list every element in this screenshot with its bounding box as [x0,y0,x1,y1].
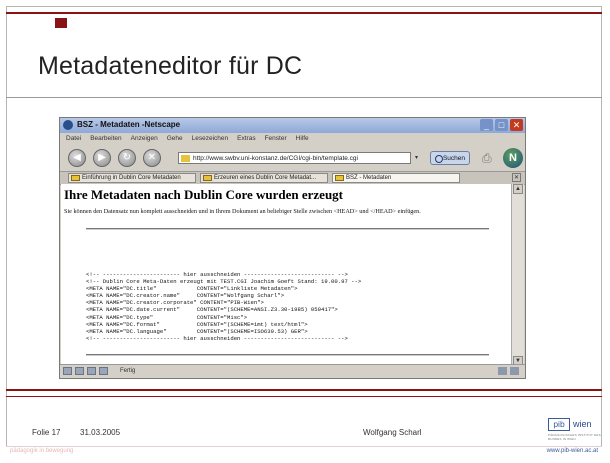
mail-icon[interactable] [75,367,84,375]
menu-item-lesezeichen[interactable]: Lesezeichen [192,133,229,145]
code-line: <!-- ----------------------- hier aussch… [86,271,348,278]
top-accent-line [6,12,602,14]
slide-title: Metadateneditor für DC [38,52,303,80]
maximize-icon[interactable]: □ [495,119,508,131]
code-line: <META NAME="DC.format" CONTENT="(SCHEME=… [86,320,308,328]
pib-logo-word: wien [573,419,592,429]
stop-icon[interactable]: ✕ [143,149,161,167]
horizontal-rule-top [86,228,489,230]
menu-item-extras[interactable]: Extras [237,133,255,145]
bottom-band [6,446,602,463]
netscape-logo-icon[interactable]: N [503,148,523,168]
tab-label: Erzeuren eines Dublin Core Metadat... [214,175,317,181]
footer-rule-top [6,389,602,391]
code-line: <META NAME="DC.type" CONTENT="Misc"> [86,313,248,321]
navigator-icon[interactable] [63,367,72,375]
tab-erzeugen[interactable]: Erzeuren eines Dublin Core Metadat... [200,173,328,183]
menu-item-bearbeiten[interactable]: Bearbeiten [90,133,121,145]
slide-date: 31.03.2005 [80,428,121,437]
status-text: Fertig [120,368,136,374]
page-intro-text: Sie können den Datensatz nun komplett au… [64,208,421,215]
footer-rule-bottom [6,396,602,397]
address-book-icon[interactable] [99,367,108,375]
browser-statusbar: Fertig [60,364,525,378]
forward-icon[interactable]: ▶ [93,149,111,167]
url-field[interactable]: http://www.swbv.uni-konstanz.de/CGI/cgi-… [178,152,411,164]
top-accent-tab [55,18,67,28]
page-icon [181,155,190,162]
tab-label: BSZ - Metadaten [346,175,392,181]
back-icon[interactable]: ◀ [68,149,86,167]
search-icon [435,155,443,163]
tab-page-icon [71,175,80,181]
metadata-code-block: <!-- ----------------------- hier aussch… [86,271,361,342]
code-line: <META NAME="DC.date.current" CONTENT="(S… [86,306,338,314]
minimize-icon[interactable]: _ [480,119,493,131]
code-line: <META NAME="DC.creator.corporate" CONTEN… [86,299,264,307]
menu-item-gehe[interactable]: Gehe [167,133,183,145]
status-icons [63,367,108,375]
tab-page-icon [335,175,344,181]
page-content: Ihre Metadaten nach Dublin Core wurden e… [61,184,512,366]
browser-window-screenshot: BSZ - Metadaten -Netscape _ □ ✕ Datei Be… [59,117,526,379]
tab-bsz-metadaten[interactable]: BSZ - Metadaten [332,173,460,183]
code-line: <META NAME="DC.creator.name" CONTENT="Wo… [86,292,285,300]
security-lock-icon [498,367,507,375]
tab-einfuehrung[interactable]: Einführung in Dublin Core Metadaten [68,173,196,183]
netscape-icon [63,120,73,130]
search-button-label: Suchen [442,155,465,162]
browser-menubar: Datei Bearbeiten Anzeigen Gehe Lesezeich… [60,133,525,145]
close-icon[interactable]: ✕ [510,119,523,131]
menu-item-hilfe[interactable]: Hilfe [296,133,309,145]
pib-logo-subtitle: PÄDAGOGISCHES INSTITUT DES BUNDES IN WIE… [548,433,601,441]
tab-page-icon [203,175,212,181]
tab-label: Einführung in Dublin Core Metadaten [82,175,181,181]
code-line: <!-- ----------------------- hier aussch… [86,334,348,342]
pib-logo-box: pib [548,418,570,431]
reload-icon[interactable]: ↻ [118,149,136,167]
browser-titlebar: BSZ - Metadaten -Netscape _ □ ✕ [60,118,525,133]
status-right-icons [498,367,519,375]
window-controls: _ □ ✕ [480,119,523,131]
menu-item-datei[interactable]: Datei [66,133,81,145]
title-divider [6,97,602,98]
url-text: http://www.swbv.uni-konstanz.de/CGI/cgi-… [193,155,358,162]
slide: Metadateneditor für DC BSZ - Metadaten -… [0,0,610,463]
browser-navbar: ◀ ▶ ↻ ✕ http://www.swbv.uni-konstanz.de/… [60,145,525,171]
browser-tabbar: Einführung in Dublin Core Metadaten Erze… [60,171,525,185]
menu-item-fenster[interactable]: Fenster [265,133,287,145]
composer-icon[interactable] [87,367,96,375]
slide-author: Wolfgang Scharl [363,428,422,437]
horizontal-rule-bottom [86,354,489,356]
print-icon[interactable]: ⎙ [482,150,498,166]
menu-item-anzeigen[interactable]: Anzeigen [131,133,158,145]
url-dropdown-icon[interactable]: ▾ [415,152,425,164]
code-line: <META NAME="DC.language" CONTENT="(SCHEM… [86,327,308,335]
page-heading: Ihre Metadaten nach Dublin Core wurden e… [64,187,344,202]
code-line: <META NAME="DC.title" CONTENT="Linkliste… [86,285,298,293]
site-url-link[interactable]: www.pib-wien.ac.at [547,448,598,454]
close-tab-icon[interactable]: ✕ [512,173,521,182]
slogan: pädagogik in bewegung [10,448,74,454]
slide-number: Folie 17 [32,428,61,437]
browser-window-title: BSZ - Metadaten -Netscape [77,120,181,129]
vertical-scrollbar[interactable]: ▲ ▼ [511,184,524,366]
search-button[interactable]: Suchen [430,151,470,165]
scroll-up-icon[interactable]: ▲ [513,184,523,194]
code-line: <!-- Dublin Core Meta-Daten erzeugt mit … [86,278,362,286]
online-status-icon [510,367,519,375]
